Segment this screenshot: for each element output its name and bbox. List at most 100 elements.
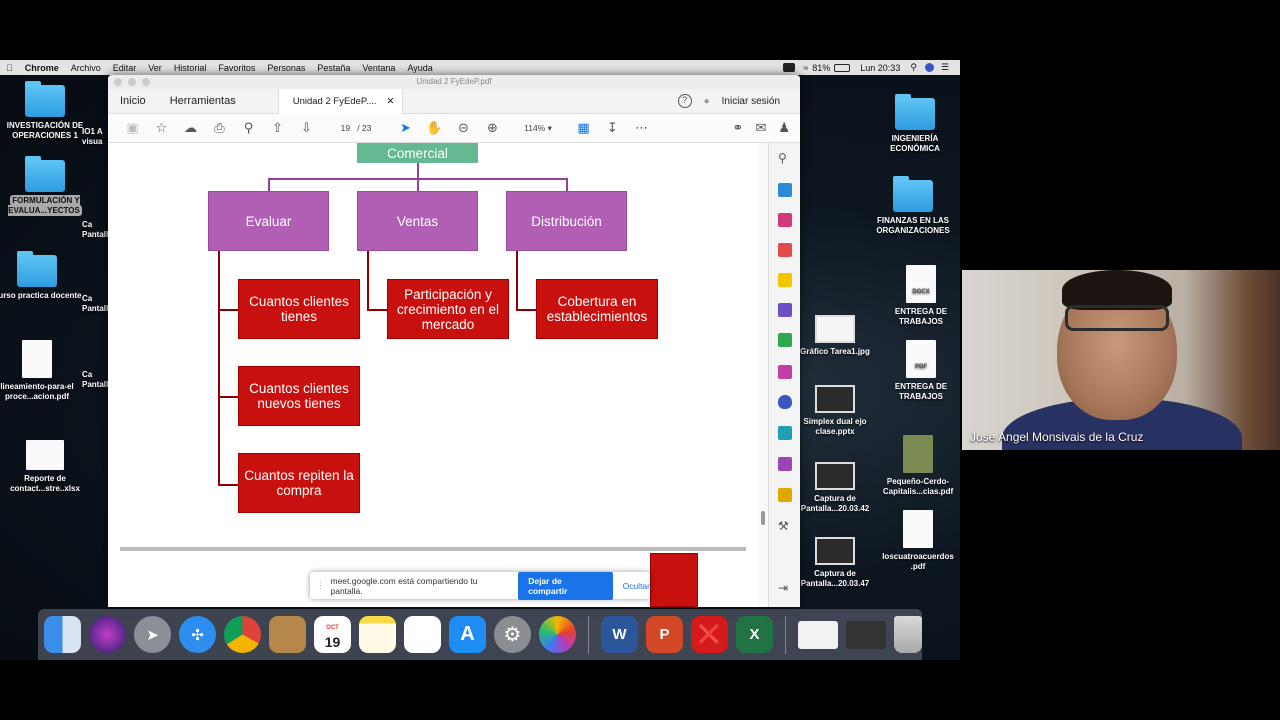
excel-icon[interactable]: X bbox=[736, 616, 773, 653]
powerpoint-icon[interactable]: P bbox=[646, 616, 683, 653]
desktop-folder-curso[interactable]: Curso practica docente bbox=[0, 251, 82, 301]
fit-page-icon[interactable]: ▦ bbox=[569, 120, 598, 136]
zoom-select[interactable]: 114% ▾ bbox=[507, 123, 569, 134]
add-user-icon[interactable]: ♟ bbox=[778, 120, 790, 136]
desktop-file-entrega-pdf[interactable]: PDF ENTREGA DE TRABAJOS bbox=[882, 340, 960, 402]
zoom-in-icon[interactable]: ⊕ bbox=[478, 120, 507, 136]
menu-archivo[interactable]: Archivo bbox=[65, 63, 107, 73]
siri-icon[interactable] bbox=[924, 63, 934, 72]
select-cursor-icon[interactable]: ➤ bbox=[391, 120, 420, 136]
desktop-file-loscuatroacuerdos[interactable]: loscuatroacuerdos .pdf bbox=[876, 510, 960, 572]
desktop-file-captura-47[interactable]: Captura de Pantalla...20.03.47 bbox=[790, 537, 880, 589]
wifi-icon[interactable]: ≈ bbox=[803, 63, 808, 73]
search-zoom-icon[interactable]: ⚲ bbox=[778, 151, 792, 165]
system-preferences-icon[interactable]: ⚙ bbox=[494, 616, 531, 653]
desktop-file-lineamiento[interactable]: lineamiento-para-el proce...acion.pdf bbox=[0, 340, 82, 402]
siri-icon[interactable] bbox=[89, 616, 126, 653]
tab-document[interactable]: Unidad 2 FyEdeP.... ✕ bbox=[277, 88, 404, 114]
apple-icon[interactable]:  bbox=[0, 63, 19, 73]
hide-button[interactable]: Ocultar bbox=[623, 581, 650, 591]
zoom-out-icon[interactable]: ⊝ bbox=[449, 120, 478, 136]
menu-ver[interactable]: Ver bbox=[142, 63, 168, 73]
customize-tools-icon[interactable]: ⚒ bbox=[778, 519, 792, 533]
minimized-window-2[interactable] bbox=[846, 620, 886, 649]
fill-sign-icon[interactable] bbox=[778, 365, 792, 379]
battery-icon[interactable] bbox=[834, 63, 851, 72]
create-pdf-icon[interactable] bbox=[778, 243, 792, 257]
desktop-file-captura-42[interactable]: Captura de Pantalla...20.03.42 bbox=[790, 462, 880, 514]
document-page[interactable]: Comercial Evaluar Ventas Distribución Cu… bbox=[108, 143, 758, 607]
safari-icon[interactable]: ✣ bbox=[179, 616, 216, 653]
photos-icon[interactable] bbox=[539, 616, 576, 653]
page-current[interactable]: 19 bbox=[341, 123, 350, 133]
scroll-mode-icon[interactable]: ↧ bbox=[598, 120, 627, 136]
scrollbar-thumb[interactable] bbox=[761, 511, 765, 525]
next-page-icon[interactable]: ⇩ bbox=[292, 120, 321, 136]
zoom-window-button[interactable] bbox=[142, 78, 150, 86]
spotlight-icon[interactable]: ⚲ bbox=[910, 62, 917, 73]
desktop-folder-investigacion[interactable]: INVESTIGACIÓN DE OPERACIONES 1 bbox=[0, 81, 90, 141]
launchpad-icon[interactable]: ➤ bbox=[134, 616, 171, 653]
export-pdf-icon[interactable] bbox=[778, 183, 792, 197]
desktop-folder-finanzas[interactable]: FINANZAS EN LAS ORGANIZACIONES bbox=[866, 176, 960, 236]
link-icon[interactable]: ⚭ bbox=[733, 120, 744, 136]
menu-personas[interactable]: Personas bbox=[261, 63, 311, 73]
scan-icon[interactable] bbox=[778, 426, 792, 440]
print-icon[interactable]: ⎙ bbox=[205, 120, 234, 136]
page-indicator[interactable]: 19 / 23 bbox=[321, 123, 391, 133]
notification-center-icon[interactable]: ☰ bbox=[941, 62, 949, 73]
app-store-icon[interactable]: A bbox=[449, 616, 486, 653]
collapse-panel-icon[interactable]: ⇥ bbox=[778, 581, 792, 595]
meet-icon[interactable] bbox=[783, 63, 796, 72]
acrobat-icon[interactable]: ❌ bbox=[691, 616, 728, 653]
comment-icon[interactable] bbox=[778, 273, 792, 287]
minimize-window-button[interactable] bbox=[128, 78, 136, 86]
drag-handle-icon[interactable]: ⋮ bbox=[316, 580, 325, 591]
close-tab-icon[interactable]: ✕ bbox=[387, 89, 395, 114]
organize-pages-icon[interactable] bbox=[778, 213, 792, 227]
compress-icon[interactable] bbox=[778, 333, 792, 347]
desktop-file-simplex[interactable]: Simplex dual ejo clase.pptx bbox=[790, 385, 880, 437]
more-tools-icon[interactable]: ⋯ bbox=[627, 120, 656, 136]
tab-inicio[interactable]: Inicio bbox=[108, 95, 158, 107]
combine-files-icon[interactable] bbox=[778, 303, 792, 317]
notes-icon[interactable] bbox=[359, 616, 396, 653]
desktop-folder-formulacion[interactable]: FORMULACIÓN Y EVALUA...YECTOS bbox=[0, 156, 90, 216]
close-window-button[interactable] bbox=[114, 78, 122, 86]
prev-page-icon[interactable]: ⇧ bbox=[263, 120, 292, 136]
protect-icon[interactable] bbox=[778, 395, 792, 409]
word-icon[interactable]: W bbox=[601, 616, 638, 653]
save-icon[interactable]: ▣ bbox=[118, 120, 147, 136]
desktop-folder-ingenieria[interactable]: INGENIERÍA ECONÓMICA bbox=[870, 94, 960, 154]
signature-icon[interactable] bbox=[778, 457, 792, 471]
bell-icon[interactable]: ● bbox=[704, 96, 710, 107]
menu-historial[interactable]: Historial bbox=[168, 63, 213, 73]
menu-pestana[interactable]: Pestaña bbox=[311, 63, 356, 73]
trash-icon[interactable] bbox=[894, 616, 922, 653]
finder-icon[interactable] bbox=[44, 616, 81, 653]
chrome-icon[interactable] bbox=[224, 616, 261, 653]
hand-tool-icon[interactable]: ✋ bbox=[420, 120, 449, 136]
desktop-file-entrega-docx[interactable]: DOCX ENTREGA DE TRABAJOS bbox=[882, 265, 960, 327]
upload-cloud-icon[interactable]: ☁ bbox=[176, 120, 205, 136]
desktop-file-grafico[interactable]: Gráfico Tarea1.jpg bbox=[790, 315, 880, 357]
email-icon[interactable]: ✉ bbox=[755, 120, 766, 136]
send-for-review-icon[interactable] bbox=[778, 488, 792, 502]
tab-herramientas[interactable]: Herramientas bbox=[158, 95, 248, 107]
desktop-file-reporte[interactable]: Reporte de contact...stre..xlsx bbox=[0, 440, 90, 494]
stop-sharing-button[interactable]: Dejar de compartir bbox=[518, 571, 613, 600]
menu-favoritos[interactable]: Favoritos bbox=[212, 63, 261, 73]
vertical-scrollbar[interactable] bbox=[758, 143, 768, 607]
reminders-icon[interactable] bbox=[404, 616, 441, 653]
contacts-icon[interactable] bbox=[269, 616, 306, 653]
clock[interactable]: Lun 20:33 bbox=[860, 63, 900, 73]
help-icon[interactable]: ? bbox=[677, 94, 692, 108]
menu-editar[interactable]: Editar bbox=[107, 63, 143, 73]
signin-link[interactable]: Iniciar sesión bbox=[722, 96, 780, 107]
menu-chrome[interactable]: Chrome bbox=[19, 63, 65, 73]
menu-ayuda[interactable]: Ayuda bbox=[401, 63, 438, 73]
star-icon[interactable]: ☆ bbox=[147, 120, 176, 136]
minimized-window-1[interactable] bbox=[798, 620, 838, 649]
desktop-file-pequeno-cerdo[interactable]: Pequeño-Cerdo-Capitalis...cias.pdf bbox=[876, 435, 960, 497]
calendar-icon[interactable]: OCT 19 bbox=[314, 616, 351, 653]
